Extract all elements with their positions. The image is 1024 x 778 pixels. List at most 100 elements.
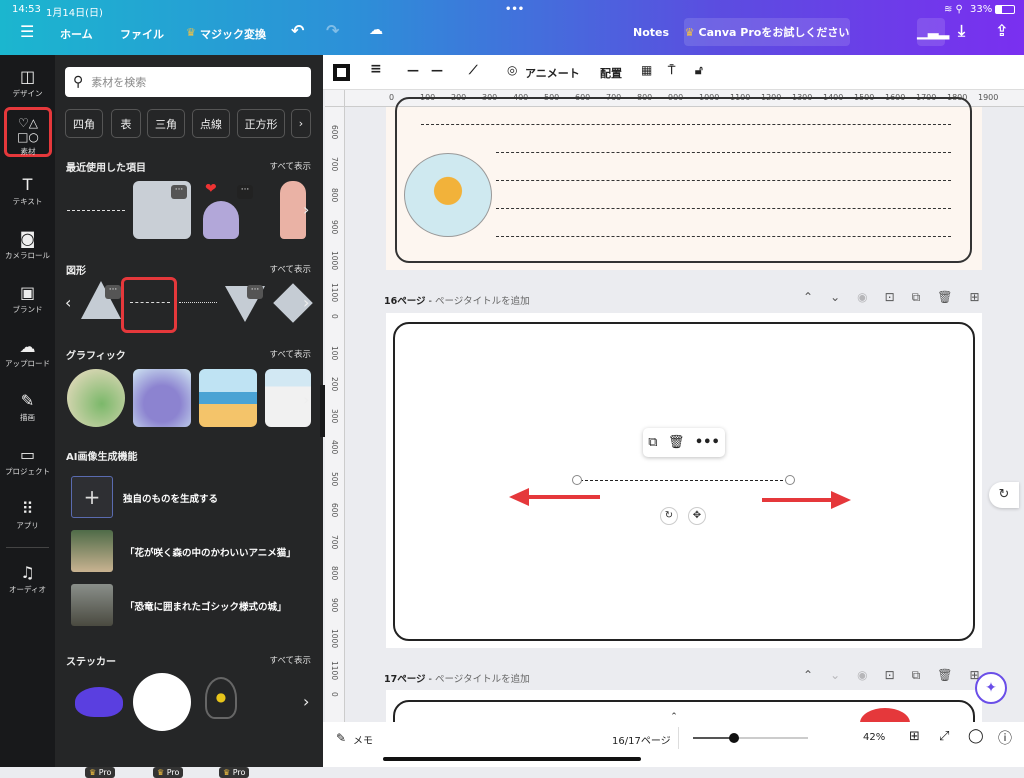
redo-icon[interactable]: ↷: [326, 21, 339, 40]
page-title-input[interactable]: ページタイトルを追加: [435, 296, 530, 307]
shapes-see-all[interactable]: すべて表示: [269, 263, 311, 275]
lock-icon[interactable]: ⊡: [885, 290, 895, 305]
ai-prompt-castle[interactable]: 「恐竜に囲まれたゴシック様式の城」: [125, 599, 287, 613]
cloud-sync-icon[interactable]: ☁: [369, 22, 383, 38]
magic-switch-button[interactable]: マジック変換: [200, 26, 266, 42]
rail-camera-roll[interactable]: ◙ カメラロール: [0, 229, 55, 261]
chip-dotted-line[interactable]: 点線: [192, 109, 230, 138]
animate-button[interactable]: アニメート: [525, 65, 580, 81]
position-button[interactable]: 配置: [600, 65, 622, 81]
trash-icon[interactable]: 🗑︎: [937, 668, 952, 683]
line-start-icon[interactable]: —: [407, 63, 419, 77]
recent-dashed-line[interactable]: [67, 210, 125, 211]
hamburger-icon[interactable]: ☰: [20, 22, 34, 41]
chevron-right-icon[interactable]: ›: [303, 692, 309, 711]
rail-brand[interactable]: ▣ ブランド: [0, 283, 55, 315]
rail-projects[interactable]: ▭ プロジェクト: [0, 445, 55, 477]
grid-view-icon[interactable]: ⊞: [909, 729, 920, 744]
notes-button[interactable]: Notes: [633, 26, 669, 39]
chevron-down-icon[interactable]: ⌄: [830, 290, 840, 305]
file-button[interactable]: ファイル: [120, 26, 164, 42]
page-title-input[interactable]: ページタイトルを追加: [435, 674, 530, 685]
elephant-graphic[interactable]: [133, 369, 191, 427]
bird-sticker[interactable]: [75, 687, 123, 717]
home-button[interactable]: ホーム: [60, 26, 93, 42]
notes-button[interactable]: メモ: [353, 732, 373, 747]
more-icon[interactable]: ···: [237, 185, 253, 199]
stroke-style-icon[interactable]: ≡: [370, 61, 382, 77]
comment-refresh-icon[interactable]: ↻: [989, 482, 1019, 508]
more-icon[interactable]: ···: [105, 285, 121, 299]
chip-table[interactable]: 表: [111, 109, 141, 138]
lock-icon[interactable]: ⊡: [885, 668, 895, 683]
dotted-line-shape[interactable]: [179, 302, 217, 303]
ai-cat-thumb[interactable]: [71, 530, 113, 572]
search-input[interactable]: ⚲ 素材を検索: [65, 67, 311, 97]
line-type-icon[interactable]: ⟋: [469, 63, 477, 78]
line-end-icon[interactable]: —: [431, 63, 443, 77]
selected-dashed-line[interactable]: [580, 480, 788, 481]
plus-icon[interactable]: +: [71, 476, 113, 518]
hide-icon[interactable]: ◉: [857, 290, 867, 305]
rail-audio[interactable]: ♫ オーディオ: [0, 563, 55, 595]
chevron-right-icon[interactable]: ›: [303, 200, 309, 219]
zoom-level[interactable]: 42%: [863, 732, 885, 743]
unlock-icon[interactable]: 🔓︎: [695, 63, 703, 78]
duplicate-icon[interactable]: ⧉: [648, 435, 657, 450]
chevron-left-icon[interactable]: ‹: [65, 293, 71, 312]
rail-draw[interactable]: ✎ 描画: [0, 391, 55, 423]
penguin-graphic[interactable]: [199, 369, 257, 427]
hide-icon[interactable]: ◉: [857, 668, 867, 683]
chevron-up-icon[interactable]: ⌃: [803, 668, 813, 683]
zoom-slider-knob[interactable]: [729, 733, 740, 743]
graphics-see-all[interactable]: すべて表示: [269, 348, 311, 360]
try-pro-button[interactable]: ♛ Canva Proをお試しください: [684, 18, 850, 46]
animate-icon[interactable]: ◎: [507, 63, 517, 77]
chip-square[interactable]: 四角: [65, 109, 103, 138]
page-15[interactable]: [386, 97, 982, 270]
add-page-icon[interactable]: ⊞: [969, 290, 979, 305]
border-color-icon[interactable]: [333, 64, 350, 81]
expand-pages-handle[interactable]: ⌃: [646, 712, 702, 724]
chevron-right-icon[interactable]: ›: [303, 390, 309, 409]
more-icon[interactable]: ···: [171, 185, 187, 199]
paint-roller-icon[interactable]: ⍑: [668, 63, 675, 78]
rail-upload[interactable]: ☁ アップロード: [0, 337, 55, 369]
more-icon[interactable]: ···: [247, 285, 263, 299]
chip-triangle[interactable]: 三角: [147, 109, 185, 138]
stickers-see-all[interactable]: すべて表示: [269, 654, 311, 666]
undo-icon[interactable]: ↶: [291, 21, 304, 40]
duplicate-icon[interactable]: ⧉: [912, 290, 921, 305]
chip-next-icon[interactable]: ›: [291, 109, 311, 138]
share-icon[interactable]: ⇪: [995, 21, 1008, 40]
zoom-slider[interactable]: [693, 733, 808, 743]
fish-illustration[interactable]: [404, 153, 492, 237]
chevron-down-icon[interactable]: ⌄: [830, 668, 840, 683]
multitask-dots-icon[interactable]: •••: [505, 4, 524, 15]
rail-apps[interactable]: ⠿ アプリ: [0, 499, 55, 531]
duplicate-icon[interactable]: ⧉: [912, 668, 921, 683]
recent-ghost-graphic[interactable]: [203, 201, 239, 239]
magic-assistant-icon[interactable]: ✦: [975, 672, 1007, 704]
presenter-icon[interactable]: ◯: [968, 728, 984, 744]
trash-icon[interactable]: 🗑︎: [668, 435, 685, 450]
ai-prompt-cat[interactable]: 「花が咲く森の中のかわいいアニメ猫」: [125, 545, 296, 559]
page-17-label[interactable]: 17ページ - ページタイトルを追加: [384, 671, 530, 685]
lightbulb-sticker[interactable]: ●: [205, 677, 237, 719]
page-indicator[interactable]: 16/17ページ: [612, 732, 671, 747]
chevron-up-icon[interactable]: ⌃: [803, 290, 813, 305]
download-icon[interactable]: ⤓: [958, 21, 965, 41]
more-icon[interactable]: •••: [695, 435, 720, 450]
help-icon[interactable]: ⓘ: [998, 728, 1012, 748]
chip-square-shape[interactable]: 正方形: [237, 109, 285, 138]
rail-elements[interactable]: ♡△ □○ 素材: [4, 107, 52, 157]
dashed-line-shape-highlight[interactable]: [121, 277, 177, 333]
line-start-handle[interactable]: [572, 475, 582, 485]
ai-castle-thumb[interactable]: [71, 584, 113, 626]
insights-icon[interactable]: ▁▃▂: [917, 18, 949, 46]
circle-sticker[interactable]: [133, 673, 191, 731]
trash-icon[interactable]: 🗑︎: [937, 290, 952, 305]
rail-text[interactable]: T テキスト: [0, 175, 55, 207]
notes-icon[interactable]: ✎: [336, 731, 346, 745]
fullscreen-icon[interactable]: ⤢: [939, 729, 949, 744]
